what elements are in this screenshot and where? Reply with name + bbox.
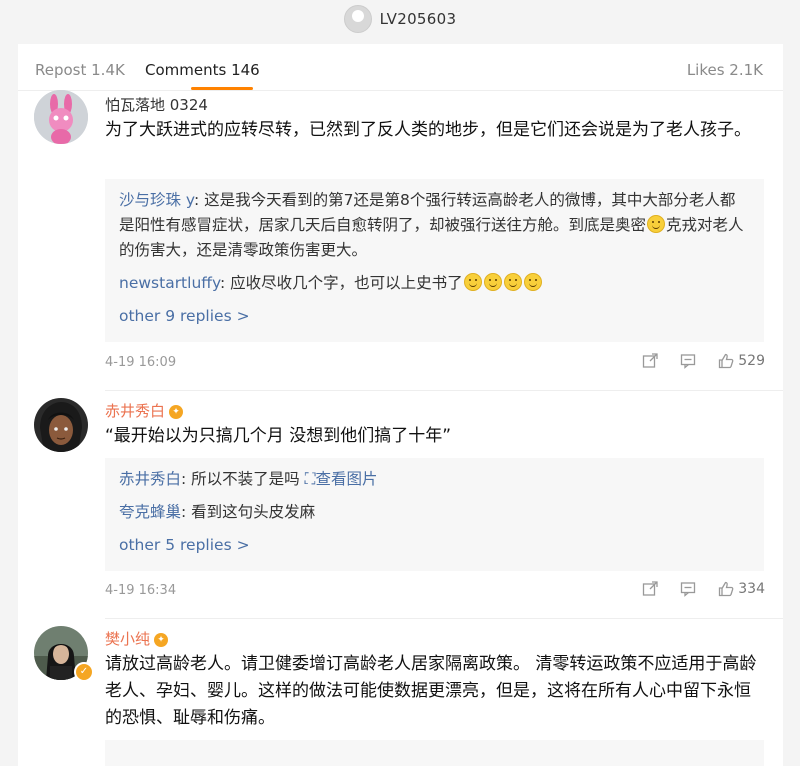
reply-item: 赤井秀白: 所以不装了是吗 ⛶查看图片	[119, 467, 750, 492]
reply-text: : 看到这句头皮发麻	[181, 503, 316, 521]
member-badge-icon: ✦	[169, 404, 184, 419]
profile-username[interactable]: LV205603	[380, 10, 457, 28]
share-icon[interactable]	[642, 353, 658, 369]
username-text: 樊小纯	[105, 630, 151, 648]
smile-emoji-icon	[647, 215, 666, 233]
comment-username[interactable]: 樊小纯 ✦	[105, 628, 169, 649]
comment-username[interactable]: 赤井秀白 ✦	[105, 400, 184, 421]
member-badge-icon: ✦	[154, 632, 169, 647]
reply-item: 沙与珍珠 y: 这是我今天看到的第7还是第8个强行转运高龄老人的微博，其中大部分…	[119, 188, 750, 263]
reply-username[interactable]: 赤井秀白	[119, 470, 181, 488]
reply-box	[105, 740, 764, 766]
comment-text: 请放过高龄老人。请卫健委增订高龄老人居家隔离政策。 清零转运政策不应适用于高龄老…	[105, 654, 757, 728]
reply-text: : 这是我今天看到的第7还是第8个强行转运高龄老人的微博，其中大部分老人都是阳性…	[119, 191, 736, 234]
reply-username[interactable]: 沙与珍珠 y	[119, 191, 194, 209]
username-text: 赤井秀白	[105, 402, 166, 420]
smile-emoji-icon	[523, 273, 542, 291]
comment-text: 为了大跃进式的应转尽转，已然到了反人类的地步，但是它们还会说是为了老人孩子。	[105, 120, 751, 140]
tab-repost[interactable]: Repost 1.4K	[35, 61, 125, 79]
profile-avatar-icon[interactable]	[343, 5, 372, 33]
reply-box: 沙与珍珠 y: 这是我今天看到的第7还是第8个强行转运高龄老人的微博，其中大部分…	[105, 179, 764, 342]
more-replies-link[interactable]: other 5 replies >	[119, 533, 750, 570]
divider	[105, 390, 783, 391]
reply-item: 夸克蜂巢: 看到这句头皮发麻	[119, 500, 750, 525]
avatar[interactable]	[34, 398, 88, 452]
tab-likes[interactable]: Likes 2.1K	[687, 61, 763, 79]
share-icon[interactable]	[642, 581, 658, 597]
comment-username[interactable]: 怕瓦落地 0324	[105, 94, 208, 115]
avatar[interactable]	[34, 90, 88, 144]
reply-username[interactable]: 夸克蜂巢	[119, 503, 181, 521]
smile-emoji-icon	[463, 273, 482, 291]
reply-text: : 应收尽收几个字，也可以上史书了	[220, 274, 463, 292]
verified-badge-icon: ✓	[74, 662, 94, 682]
smile-emoji-icon	[503, 273, 522, 291]
thumbs-up-icon[interactable]	[718, 581, 734, 597]
comment-date: 4-19 16:09	[105, 355, 177, 370]
tab-comments[interactable]: Comments 146	[145, 61, 260, 79]
active-tab-indicator	[191, 87, 253, 90]
reply-box: 赤井秀白: 所以不装了是吗 ⛶查看图片 夸克蜂巢: 看到这句头皮发麻 other…	[105, 458, 764, 571]
reply-text: : 所以不装了是吗	[181, 470, 305, 488]
thumbs-up-icon[interactable]	[718, 353, 734, 369]
comment-icon[interactable]	[680, 581, 696, 597]
divider	[105, 618, 783, 619]
comments-card: Repost 1.4K Comments 146 Likes 2.1K 怕瓦落地…	[18, 44, 783, 766]
comment-meta: 4-19 16:34 334	[105, 581, 765, 601]
view-image-link[interactable]: 查看图片	[315, 470, 377, 488]
like-count: 529	[738, 353, 765, 369]
image-icon: ⛶	[304, 470, 316, 488]
comment-date: 4-19 16:34	[105, 583, 177, 598]
comment-icon[interactable]	[680, 353, 696, 369]
like-count: 334	[738, 581, 765, 597]
anime-character-avatar-icon	[34, 398, 88, 452]
top-bar: LV205603	[0, 0, 800, 38]
comment-text: “最开始以为只搞几个月 没想到他们搞了十年”	[105, 426, 452, 446]
reply-username[interactable]: newstartluffy	[119, 274, 220, 292]
more-replies-link[interactable]: other 9 replies >	[119, 304, 750, 341]
reply-item: newstartluffy: 应收尽收几个字，也可以上史书了	[119, 271, 750, 296]
tab-bar: Repost 1.4K Comments 146 Likes 2.1K	[18, 44, 783, 91]
comment-meta: 4-19 16:09 529	[105, 353, 765, 373]
smile-emoji-icon	[483, 273, 502, 291]
bunny-avatar-icon	[34, 90, 88, 144]
